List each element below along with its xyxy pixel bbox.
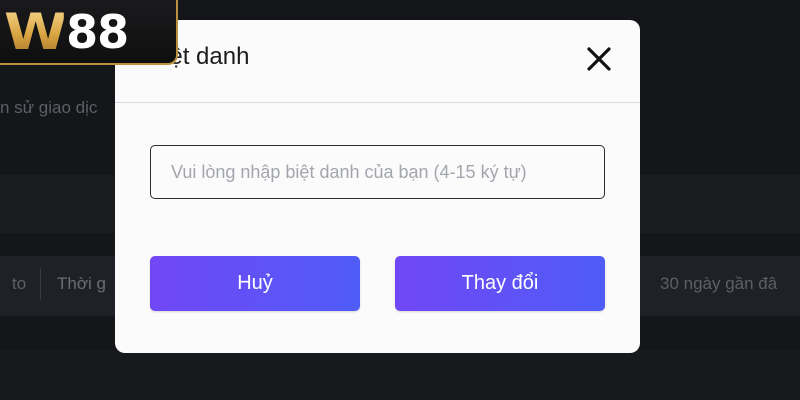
logo-mark: W xyxy=(4,2,67,61)
close-button[interactable] xyxy=(586,46,612,72)
change-button[interactable]: Thay đổi xyxy=(395,256,605,311)
nickname-input[interactable] xyxy=(151,146,604,198)
cancel-button[interactable]: Huỷ xyxy=(150,256,360,311)
close-icon xyxy=(587,47,611,71)
background-band xyxy=(0,350,800,400)
brand-logo: W 88 xyxy=(0,0,178,65)
nickname-input-wrapper xyxy=(150,145,605,199)
background-filter-range: 30 ngày gần đâ xyxy=(660,274,778,293)
background-filter-time: Thời g xyxy=(57,274,106,293)
logo-number: 88 xyxy=(66,4,129,59)
background-divider xyxy=(40,268,41,300)
dialog-header: Biệt danh xyxy=(115,20,640,103)
background-history-text: n sử giao dịc xyxy=(0,98,98,117)
background-filter-to: to xyxy=(12,274,27,293)
nickname-dialog: Biệt danh Huỷ Thay đổi xyxy=(115,20,640,353)
